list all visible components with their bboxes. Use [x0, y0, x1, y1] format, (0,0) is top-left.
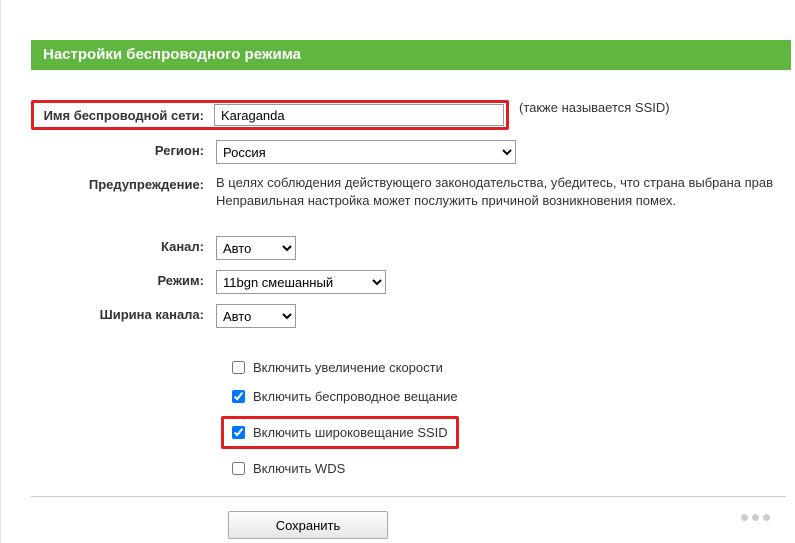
checkbox-ssid-broadcast[interactable] — [232, 426, 245, 439]
label-cb-speed: Включить увеличение скорости — [253, 360, 443, 375]
row-cb-radio: Включить беспроводное вещание — [228, 387, 786, 406]
row-mode: Режим: 11bgn смешанный — [31, 270, 786, 294]
row-region: Регион: Россия — [31, 140, 786, 164]
row-cb-ssid-broadcast: Включить широковещание SSID — [221, 416, 786, 449]
label-region: Регион: — [31, 140, 216, 158]
loading-dots-icon — [741, 514, 770, 521]
checkbox-radio[interactable] — [232, 390, 245, 403]
row-cb-wds: Включить WDS — [228, 459, 786, 478]
row-cb-speed: Включить увеличение скорости — [228, 358, 786, 377]
input-ssid[interactable] — [214, 104, 504, 126]
row-channel: Канал: Авто — [31, 236, 786, 260]
warning-text: В целях соблюдения действующего законода… — [216, 174, 786, 210]
warning-line2: Неправильная настройка может послужить п… — [216, 192, 676, 210]
select-region[interactable]: Россия — [216, 140, 516, 164]
highlight-ssid-broadcast: Включить широковещание SSID — [221, 416, 459, 449]
row-warning: Предупреждение: В целях соблюдения дейст… — [31, 174, 786, 210]
page-title: Настройки беспроводного режима — [43, 46, 301, 63]
checkbox-group: Включить увеличение скорости Включить бе… — [228, 358, 786, 478]
label-cb-ssid-broadcast: Включить широковещание SSID — [253, 425, 448, 440]
ssid-note: (также называется SSID) — [519, 100, 670, 115]
label-ssid: Имя беспроводной сети: — [36, 108, 214, 123]
label-mode: Режим: — [31, 270, 216, 288]
select-channel[interactable]: Авто — [216, 236, 296, 260]
checkbox-speed[interactable] — [232, 361, 245, 374]
row-ssid: Имя беспроводной сети: (также называется… — [31, 100, 786, 130]
select-width[interactable]: Авто — [216, 304, 296, 328]
warning-line1: В целях соблюдения действующего законода… — [216, 174, 773, 192]
page-root: Настройки беспроводного режима Имя беспр… — [0, 0, 795, 543]
form-content: Имя беспроводной сети: (также называется… — [31, 100, 786, 539]
label-warning: Предупреждение: — [31, 174, 216, 192]
row-width: Ширина канала: Авто — [31, 304, 786, 328]
row-save: Сохранить — [228, 511, 786, 539]
page-title-bar: Настройки беспроводного режима — [31, 40, 791, 70]
label-channel: Канал: — [31, 236, 216, 254]
highlight-ssid: Имя беспроводной сети: — [31, 100, 509, 130]
divider — [31, 496, 786, 497]
label-cb-radio: Включить беспроводное вещание — [253, 389, 458, 404]
checkbox-wds[interactable] — [232, 462, 245, 475]
label-cb-wds: Включить WDS — [253, 461, 345, 476]
label-width: Ширина канала: — [31, 304, 216, 322]
save-button[interactable]: Сохранить — [228, 511, 388, 539]
select-mode[interactable]: 11bgn смешанный — [216, 270, 386, 294]
